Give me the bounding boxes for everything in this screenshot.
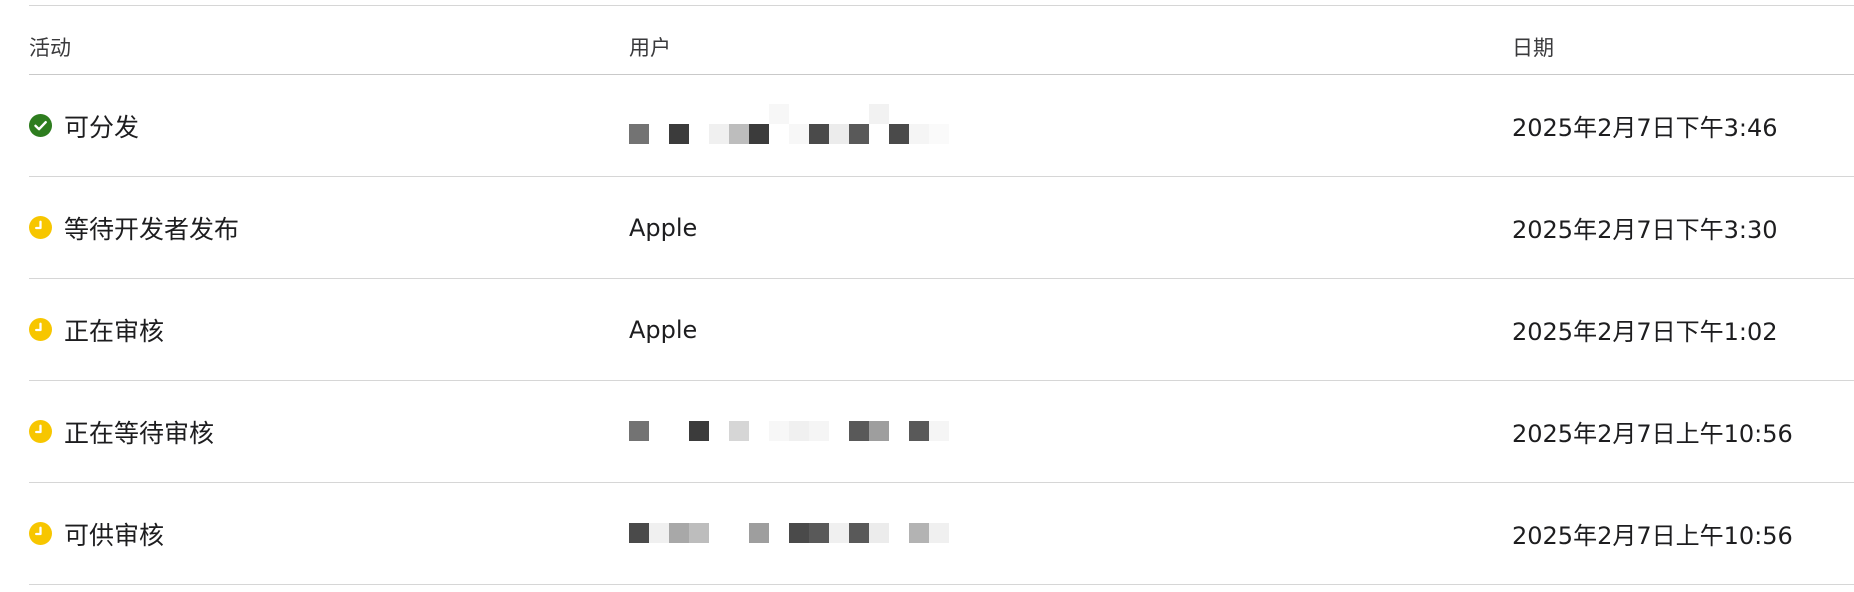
table-row: 可分发 2025年2月7日下午3:46 (29, 75, 1854, 177)
table-row: 正在等待审核 2025年2月7日上午10:56 (29, 381, 1854, 483)
table-row: 等待开发者发布 Apple 2025年2月7日下午3:30 (29, 177, 1854, 279)
activity-cell: 等待开发者发布 (29, 177, 239, 278)
header-user: 用户 (629, 36, 671, 60)
date-text: 2025年2月7日上午10:56 (1512, 420, 1793, 448)
activity-cell: 正在审核 (29, 279, 164, 380)
user-cell: Apple (629, 177, 697, 278)
activity-label: 可分发 (64, 112, 140, 142)
date-cell: 2025年2月7日上午10:56 (1512, 381, 1793, 482)
date-text: 2025年2月7日下午3:46 (1512, 114, 1778, 142)
redacted-username (629, 521, 949, 547)
header-date: 日期 (1512, 36, 1554, 60)
user-cell (629, 381, 949, 482)
header-activity: 活动 (29, 36, 71, 60)
activity-cell: 可供审核 (29, 483, 164, 584)
activity-label: 等待开发者发布 (64, 214, 240, 244)
activity-label: 可供审核 (64, 520, 165, 550)
activity-table: 活动 用户 日期 可分发 2025年2月7日下午3:46 等待开发者发布 App… (29, 0, 1854, 585)
date-cell: 2025年2月7日下午1:02 (1512, 279, 1778, 380)
table-row: 正在审核 Apple 2025年2月7日下午1:02 (29, 279, 1854, 381)
user-cell (629, 75, 949, 176)
redacted-username (629, 419, 949, 445)
redacted-username (629, 103, 949, 148)
clock-icon (29, 522, 52, 545)
date-text: 2025年2月7日下午1:02 (1512, 318, 1778, 346)
date-text: 2025年2月7日下午3:30 (1512, 216, 1778, 244)
date-cell: 2025年2月7日下午3:30 (1512, 177, 1778, 278)
activity-label: 正在等待审核 (64, 418, 215, 448)
table-header: 活动 用户 日期 (29, 6, 1854, 75)
clock-icon (29, 318, 52, 341)
date-cell: 2025年2月7日下午3:46 (1512, 75, 1778, 176)
activity-cell: 可分发 (29, 75, 139, 176)
clock-icon (29, 420, 52, 443)
user-name: Apple (629, 315, 698, 344)
table-row: 可供审核 2025年2月7日上午10:56 (29, 483, 1854, 585)
activity-cell: 正在等待审核 (29, 381, 214, 482)
date-text: 2025年2月7日上午10:56 (1512, 522, 1793, 550)
date-cell: 2025年2月7日上午10:56 (1512, 483, 1793, 584)
activity-label: 正在审核 (64, 316, 165, 346)
user-cell: Apple (629, 279, 697, 380)
user-name: Apple (629, 213, 698, 242)
user-cell (629, 483, 949, 584)
clock-icon (29, 216, 52, 239)
checkmark-circle-icon (29, 114, 52, 137)
